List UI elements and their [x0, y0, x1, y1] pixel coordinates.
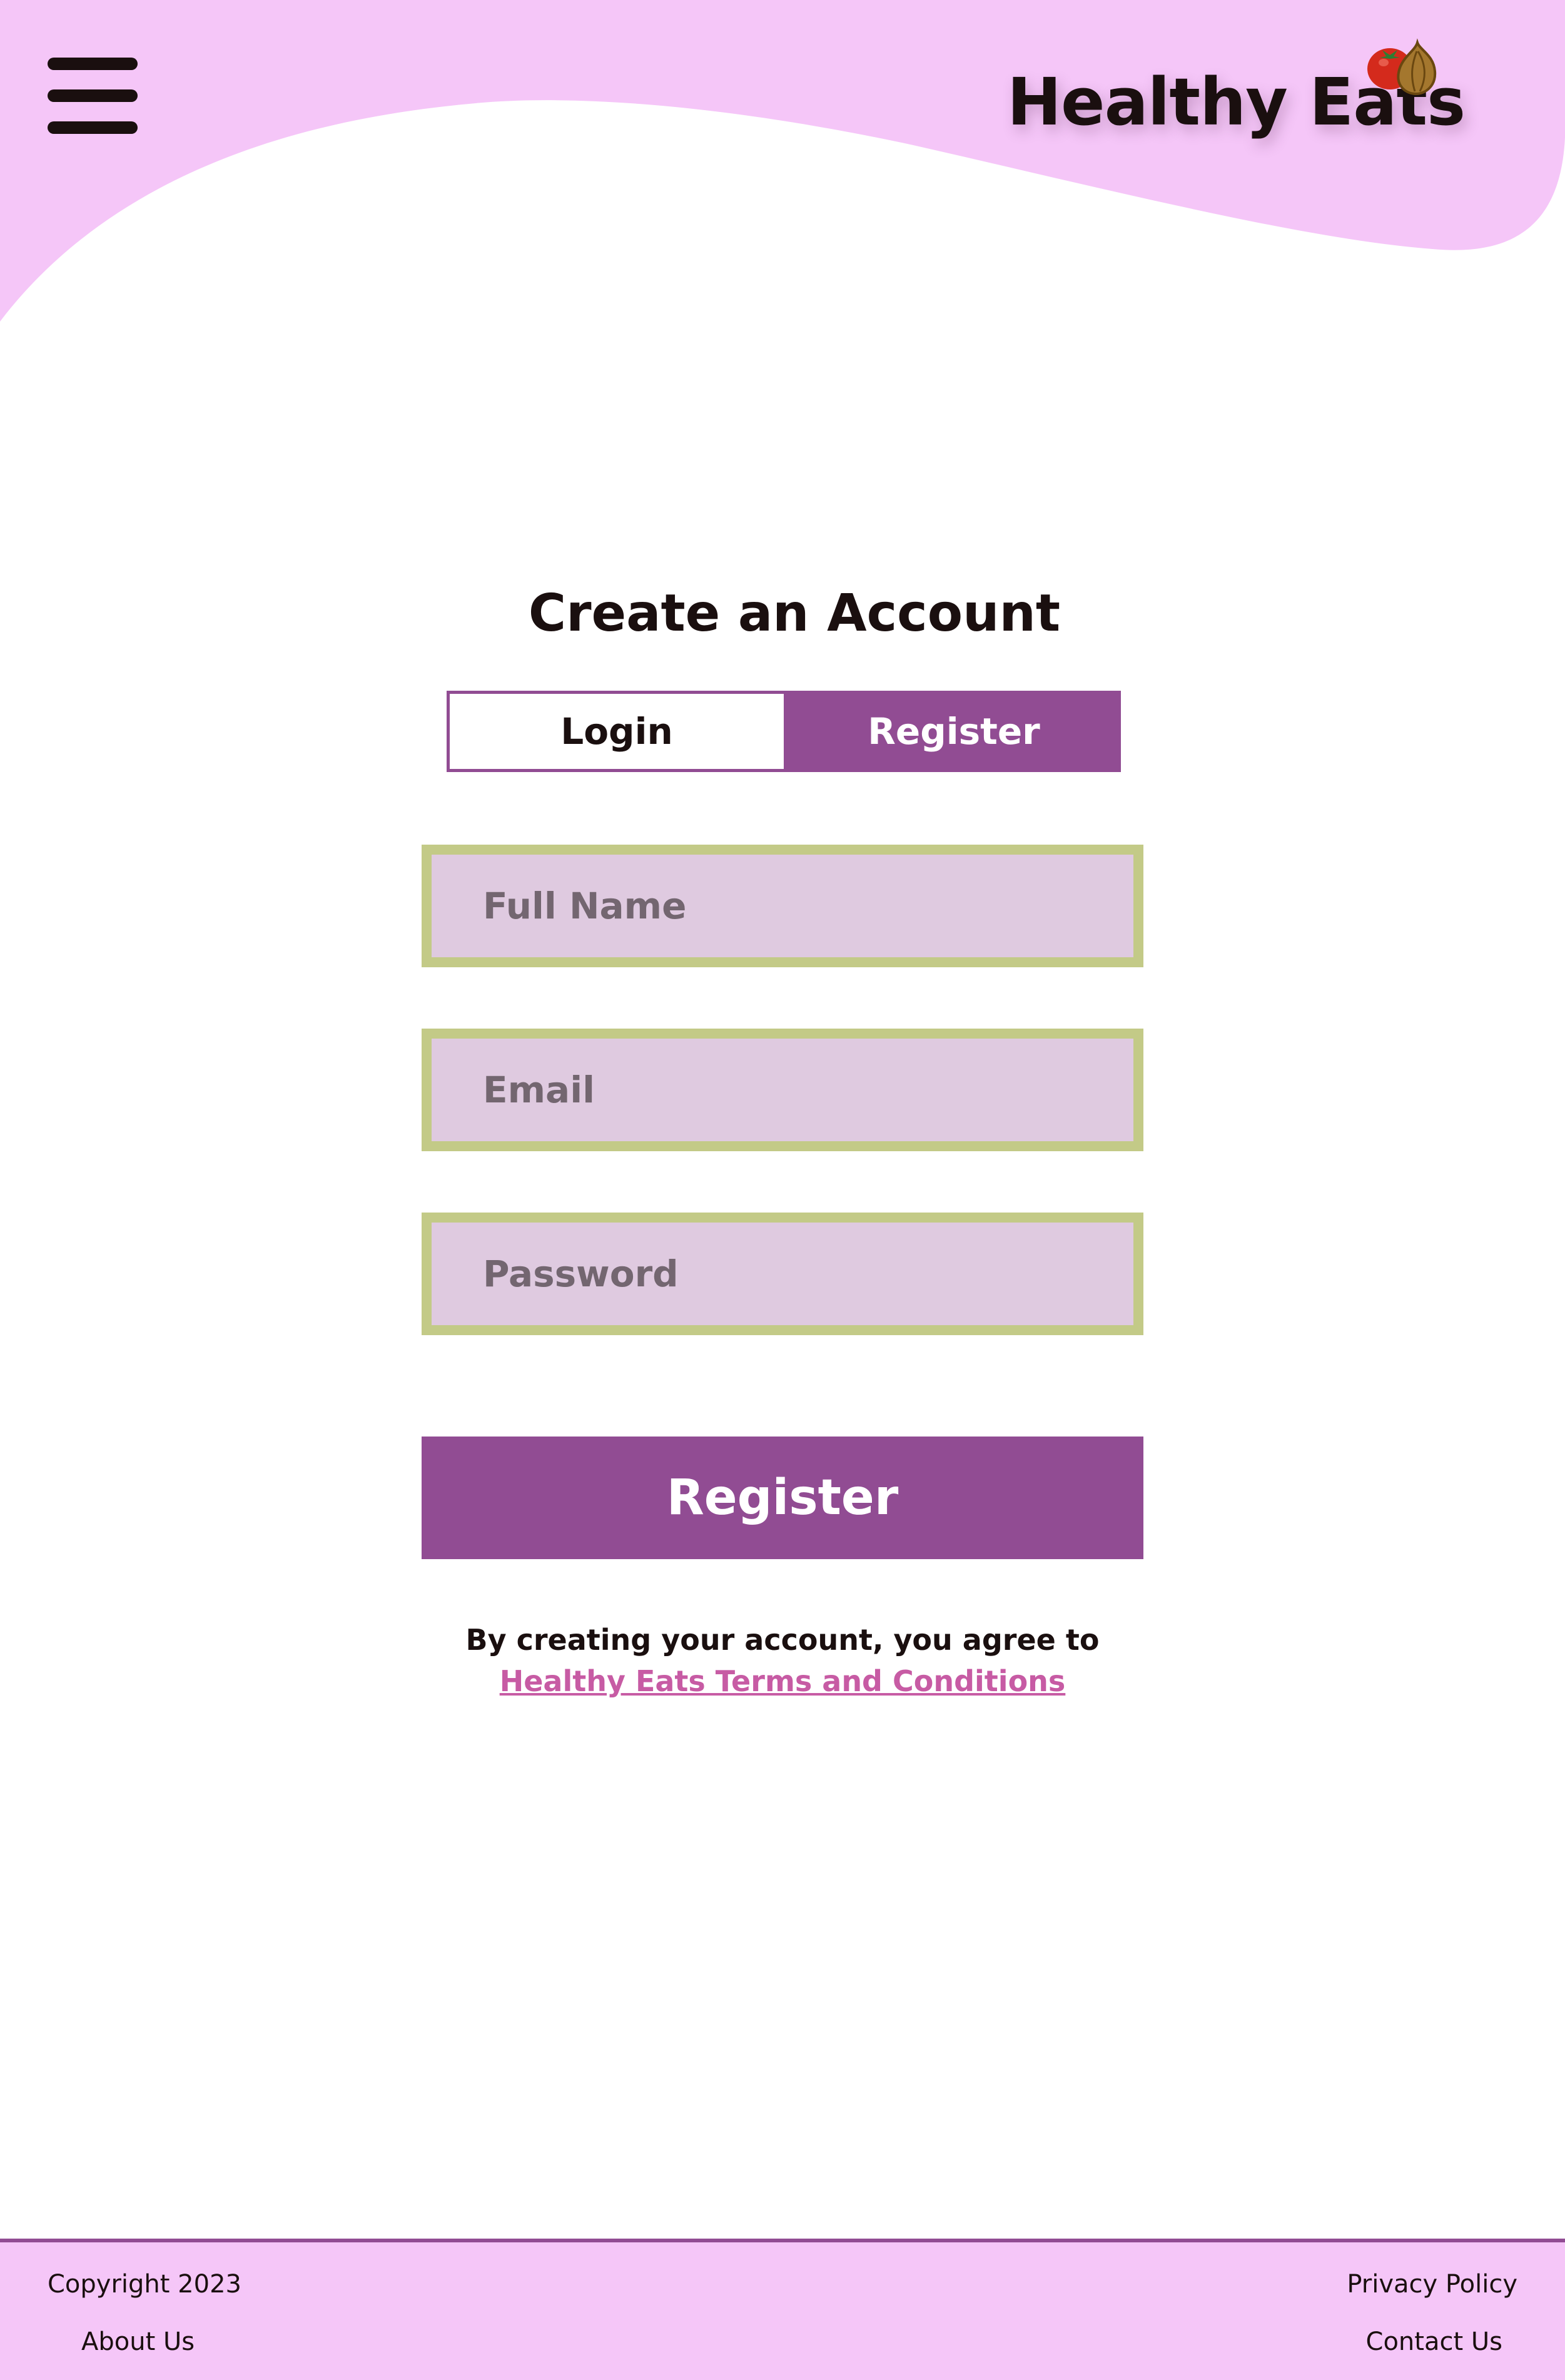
footer: Copyright 2023 About Us Privacy Policy C… [0, 2239, 1565, 2380]
page-title: Create an Account [528, 583, 1061, 643]
contact-us-link[interactable]: Contact Us [1366, 2327, 1502, 2356]
hamburger-menu-button[interactable] [43, 54, 143, 138]
logo-veggies [1367, 38, 1437, 96]
copyright-text: Copyright 2023 [48, 2270, 241, 2299]
email-field[interactable] [422, 1029, 1143, 1151]
full-name-field[interactable] [422, 845, 1143, 967]
menu-bar [48, 58, 138, 70]
menu-bar [48, 121, 138, 134]
about-us-link[interactable]: About Us [81, 2327, 195, 2356]
terms-link[interactable]: Healthy Eats Terms and Conditions [500, 1664, 1066, 1698]
menu-bar [48, 89, 138, 102]
privacy-policy-link[interactable]: Privacy Policy [1347, 2270, 1517, 2299]
onion-icon [1397, 38, 1437, 96]
tab-register[interactable]: Register [787, 691, 1121, 772]
tab-login[interactable]: Login [447, 691, 787, 772]
terms-notice: By creating your account, you agree to H… [432, 1619, 1133, 1702]
terms-prefix: By creating your account, you agree to [465, 1623, 1100, 1657]
password-field[interactable] [422, 1213, 1143, 1335]
logo[interactable]: Healthy Eats [1007, 38, 1466, 156]
register-button[interactable]: Register [422, 1437, 1143, 1559]
auth-tabs: Login Register [447, 691, 1121, 772]
